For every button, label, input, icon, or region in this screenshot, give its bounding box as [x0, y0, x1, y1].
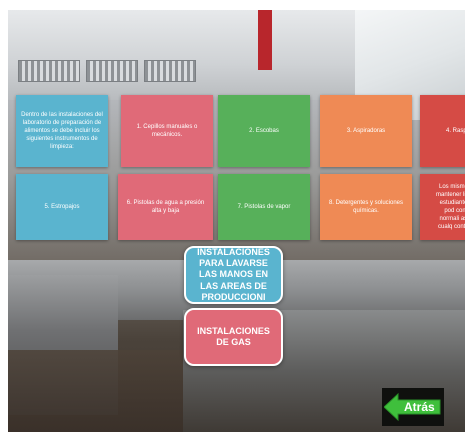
intro-card: Dentro de las instalaciones del laborato…: [16, 95, 108, 167]
background-vent: [18, 60, 80, 82]
item-card-escobas[interactable]: 2. Escobas: [218, 95, 310, 167]
lavarse-manos-label: INSTALACIONES PARA LAVARSE LAS MANOS EN …: [197, 246, 270, 302]
item-card-text: 5. Estropajos: [44, 203, 80, 210]
item-card-detergentes[interactable]: 8. Detergentes y soluciones químicas.: [320, 174, 412, 240]
background-pipe: [258, 10, 272, 70]
item-card-rasp[interactable]: 4. Rasp: [420, 95, 465, 167]
item-card-text: 7. Pistolas de vapor: [237, 203, 291, 210]
item-card-text: 6. Pistolas de agua a presión alta y baj…: [126, 199, 205, 214]
background-vent: [86, 60, 138, 82]
item-card-pistolas-agua[interactable]: 6. Pistolas de agua a presión alta y baj…: [118, 174, 213, 240]
back-arrow-icon: Atrás: [384, 392, 442, 422]
gas-label: INSTALACIONES DE GAS: [197, 325, 270, 347]
background-vent: [144, 60, 196, 82]
lavarse-manos-button[interactable]: INSTALACIONES PARA LAVARSE LAS MANOS EN …: [184, 246, 283, 304]
back-button[interactable]: Atrás: [382, 388, 444, 426]
item-card-pistolas-vapor[interactable]: 7. Pistolas de vapor: [218, 174, 310, 240]
gas-button[interactable]: INSTALACIONES DE GAS: [184, 308, 283, 366]
item-card-mismos[interactable]: Los mismos mantener limp estudiantes pod…: [420, 174, 465, 240]
item-card-estropajos[interactable]: 5. Estropajos: [16, 174, 108, 240]
back-label: Atrás: [404, 400, 435, 414]
item-card-text: 2. Escobas: [249, 127, 279, 134]
item-card-text: 3. Aspiradoras: [346, 127, 386, 134]
item-card-text: 8. Detergentes y soluciones químicas.: [328, 199, 404, 214]
item-card-text: Los mismos mantener limp estudiantes pod…: [435, 183, 465, 231]
slide-canvas: Dentro de las instalaciones del laborato…: [8, 10, 465, 432]
intro-card-text: Dentro de las instalaciones del laborato…: [21, 111, 103, 151]
item-card-aspiradoras[interactable]: 3. Aspiradoras: [320, 95, 412, 167]
item-card-text: 4. Rasp: [446, 127, 465, 134]
item-card-cepillos[interactable]: 1. Cepillos manuales o mecánicos.: [121, 95, 213, 167]
item-card-text: 1. Cepillos manuales o mecánicos.: [136, 123, 198, 138]
